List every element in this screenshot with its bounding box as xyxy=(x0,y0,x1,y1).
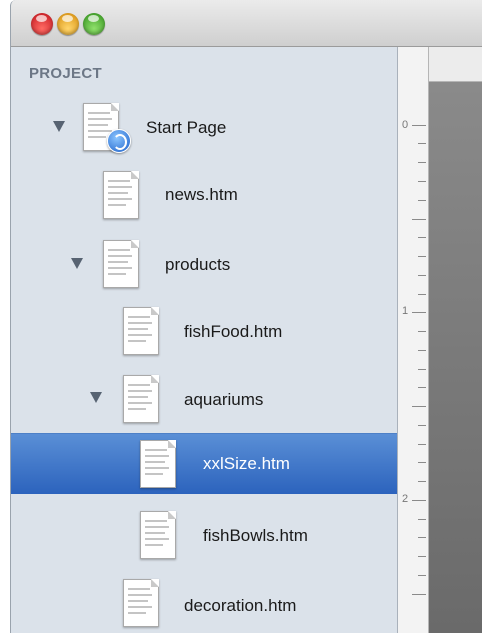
tree-item-fishfood[interactable]: fishFood.htm xyxy=(11,303,397,359)
tree-item-label: fishBowls.htm xyxy=(203,526,308,545)
tree-item-label: fishFood.htm xyxy=(184,322,283,341)
tree-item-xxlsize[interactable]: xxlSize.htm xyxy=(11,433,397,494)
page-icon xyxy=(103,240,139,288)
page-icon xyxy=(123,579,159,627)
minimize-button[interactable] xyxy=(57,13,79,35)
zoom-button[interactable] xyxy=(83,13,105,35)
page-icon xyxy=(103,171,139,219)
tree-item-label: products xyxy=(165,255,231,274)
ruler-label: 1 xyxy=(402,305,409,317)
tree-item-fishbowls[interactable]: fishBowls.htm xyxy=(11,507,397,563)
page-icon xyxy=(140,511,176,559)
page-icon xyxy=(123,307,159,355)
page-icon xyxy=(140,440,176,488)
section-header-project: PROJECT xyxy=(29,65,102,82)
ruler-label: 0 xyxy=(402,119,409,131)
tree-item-label: aquariums xyxy=(184,390,264,409)
tree-item-label: decoration.htm xyxy=(184,596,297,615)
tree-item-label: xxlSize.htm xyxy=(203,454,290,473)
ruler-label: 2 xyxy=(402,493,409,505)
disclosure-triangle-icon[interactable] xyxy=(53,121,65,132)
title-bar xyxy=(11,0,482,47)
tree-item-news[interactable]: news.htm xyxy=(11,167,397,223)
vertical-ruler: 0 1 2 xyxy=(398,47,429,633)
disclosure-triangle-icon[interactable] xyxy=(90,392,102,403)
tree-item-products[interactable]: products xyxy=(11,236,397,292)
close-button[interactable] xyxy=(31,13,53,35)
tree-item-aquariums[interactable]: aquariums xyxy=(11,371,397,427)
tree-item-label: Start Page xyxy=(146,118,227,137)
globe-icon xyxy=(107,129,131,153)
tree-item-decoration[interactable]: decoration.htm xyxy=(11,577,397,633)
tree-item-label: news.htm xyxy=(165,185,238,204)
project-sidebar: PROJECT Start Page news.htm products fis… xyxy=(11,47,398,633)
page-icon xyxy=(123,375,159,423)
page-canvas[interactable] xyxy=(429,82,482,633)
app-window: PROJECT Start Page news.htm products fis… xyxy=(10,0,482,633)
tree-item-start-page[interactable]: Start Page xyxy=(11,99,397,155)
disclosure-triangle-icon[interactable] xyxy=(71,258,83,269)
